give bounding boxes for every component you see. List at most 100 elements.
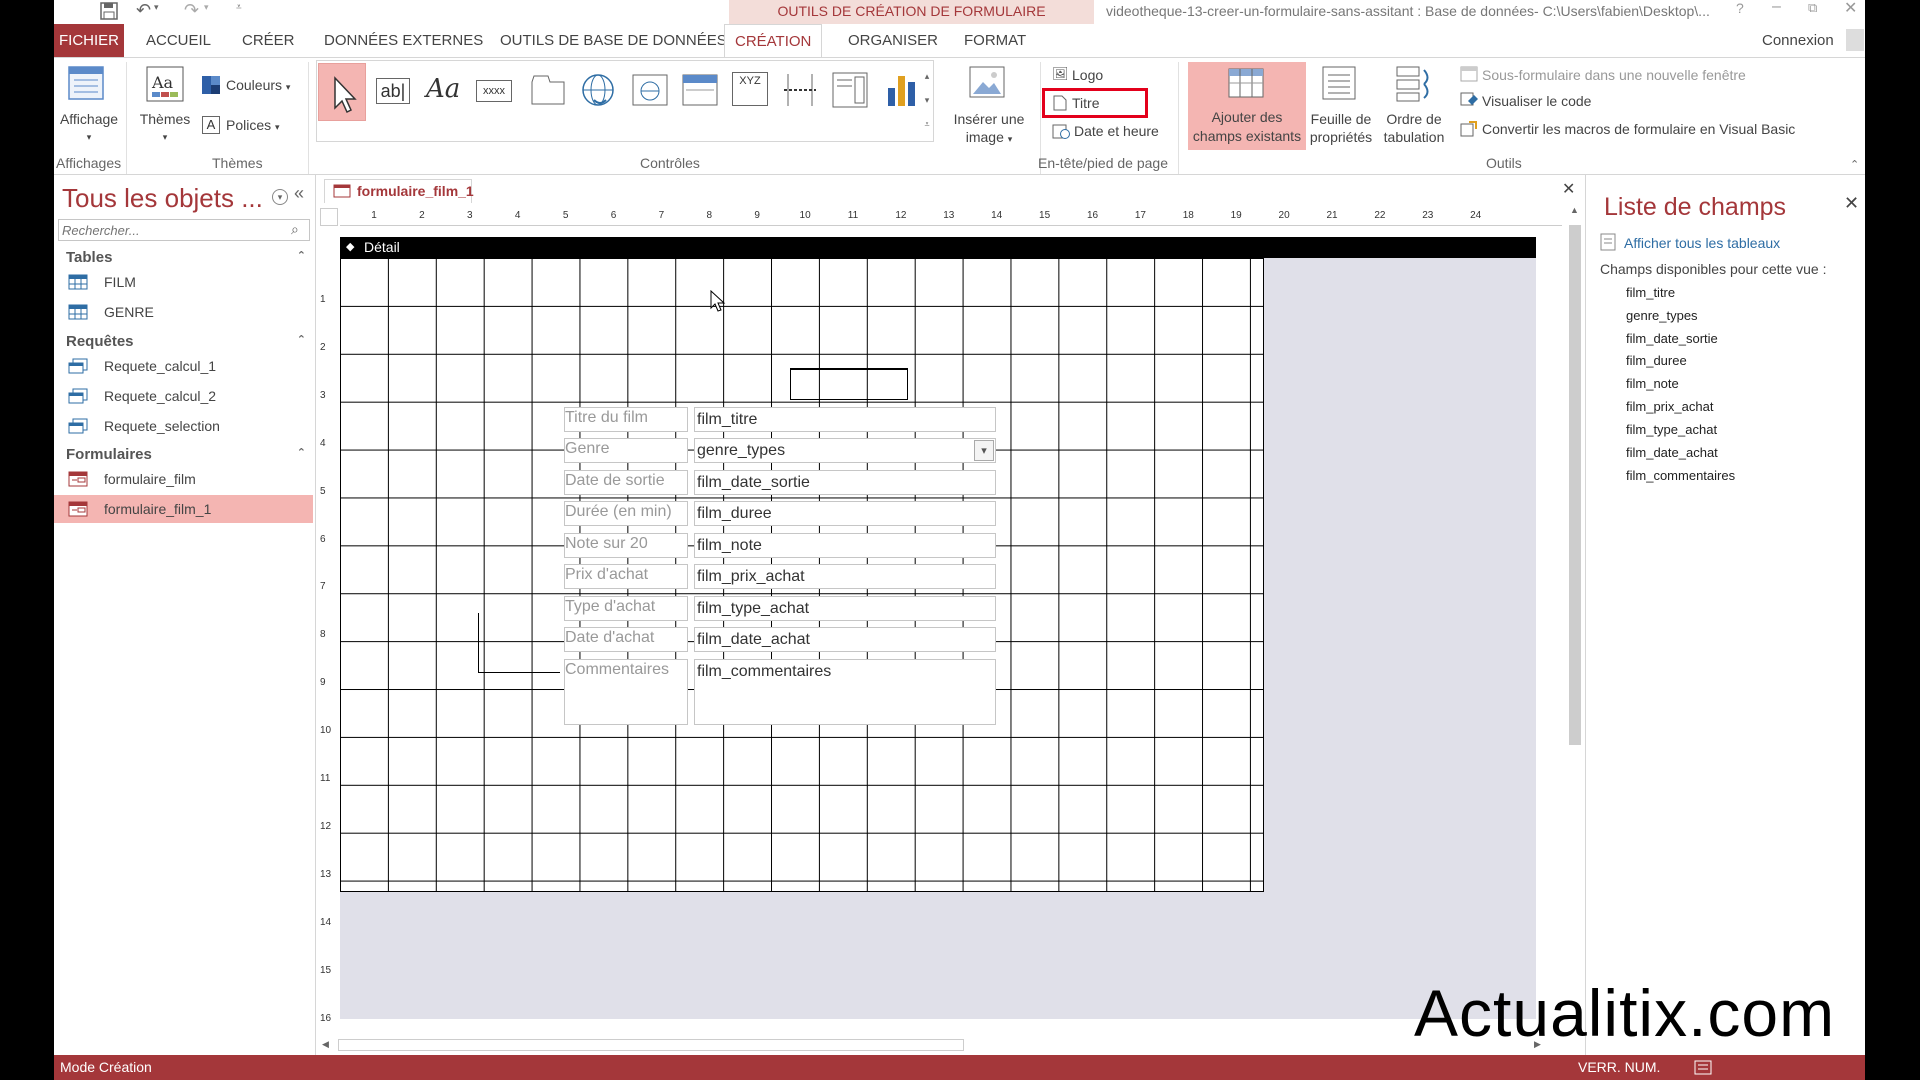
- tab-home[interactable]: ACCUEIL: [136, 24, 221, 58]
- user-avatar[interactable]: [1846, 29, 1864, 51]
- show-all-tables-link[interactable]: Afficher tous les tableaux: [1624, 235, 1780, 251]
- nav-item-film[interactable]: FILM: [54, 268, 313, 296]
- undo-dropdown-icon[interactable]: ▾: [154, 2, 159, 13]
- tab-database-tools[interactable]: OUTILS DE BASE DE DONNÉES: [490, 24, 737, 58]
- tab-file[interactable]: FICHIER: [54, 24, 124, 58]
- nav-menu-dropdown-icon[interactable]: ▾: [272, 189, 288, 205]
- themes-dropdown-icon[interactable]: ▾: [138, 128, 192, 146]
- field-list-item[interactable]: film_note: [1626, 376, 1679, 391]
- view-button[interactable]: Affichage: [58, 110, 120, 128]
- form-field-duree[interactable]: film_duree: [694, 501, 996, 526]
- nav-item-genre[interactable]: GENRE: [54, 298, 313, 326]
- form-field-commentaires[interactable]: film_commentaires: [694, 659, 996, 725]
- close-window-icon[interactable]: ✕: [1844, 0, 1857, 18]
- select-pointer-icon[interactable]: [318, 63, 366, 121]
- tab-design[interactable]: CRÉATION: [724, 24, 823, 58]
- nav-item-requete-selection[interactable]: Requete_selection: [54, 412, 313, 440]
- nav-item-requete-calcul-1[interactable]: Requete_calcul_1: [54, 352, 313, 380]
- nav-category-tables[interactable]: Tables ⌃: [66, 249, 306, 266]
- chart-control-icon[interactable]: [886, 72, 920, 108]
- form-field-titre[interactable]: film_titre: [694, 407, 996, 432]
- vertical-scroll-thumb[interactable]: [1569, 225, 1581, 745]
- close-field-list-icon[interactable]: ✕: [1844, 193, 1859, 214]
- add-existing-fields-button[interactable]: Ajouter des champs existants: [1188, 62, 1306, 150]
- minimize-icon[interactable]: –: [1772, 0, 1781, 16]
- convert-macros-button[interactable]: Convertir les macros de formulaire en Vi…: [1482, 118, 1795, 140]
- design-grid[interactable]: Titre du film film_titre Genre genre_typ…: [340, 258, 1264, 892]
- field-list-item[interactable]: film_date_sortie: [1626, 331, 1718, 346]
- date-time-button[interactable]: Date et heure: [1074, 120, 1159, 142]
- form-label-note[interactable]: Note sur 20: [564, 533, 688, 558]
- new-control-outline[interactable]: [790, 368, 908, 400]
- view-dropdown-icon[interactable]: ▾: [58, 128, 120, 146]
- collapse-category-icon[interactable]: ⌃: [297, 333, 306, 346]
- subform-new-window-button[interactable]: Sous-formulaire dans une nouvelle fenêtr…: [1482, 64, 1746, 86]
- form-field-genre[interactable]: genre_types ▾: [694, 438, 996, 463]
- field-list-item[interactable]: film_duree: [1626, 353, 1687, 368]
- nav-pane-title[interactable]: Tous les objets ...: [62, 183, 263, 214]
- field-list-item[interactable]: film_commentaires: [1626, 468, 1735, 483]
- redo-dropdown-icon[interactable]: ▾: [204, 2, 209, 13]
- scroll-up-icon[interactable]: ▲: [1570, 205, 1579, 215]
- close-document-icon[interactable]: ✕: [1562, 179, 1575, 199]
- help-icon[interactable]: ?: [1736, 0, 1744, 16]
- property-sheet-button[interactable]: Feuille de propriétés: [1306, 110, 1376, 146]
- controls-gallery-scroll[interactable]: ▴ ▾ ⩡: [920, 64, 934, 140]
- nav-item-formulaire-film-1[interactable]: formulaire_film_1: [54, 495, 313, 523]
- sign-in-link[interactable]: Connexion: [1752, 24, 1844, 58]
- design-canvas[interactable]: Titre du film film_titre Genre genre_typ…: [340, 258, 1536, 1019]
- search-icon[interactable]: ⌕: [291, 221, 299, 238]
- scroll-left-icon[interactable]: ◀: [322, 1039, 329, 1050]
- vertical-scrollbar[interactable]: ▲: [1568, 205, 1582, 1025]
- combo-dropdown-icon[interactable]: ▾: [974, 440, 994, 461]
- design-view-icon[interactable]: [1694, 1060, 1712, 1075]
- nav-item-requete-calcul-2[interactable]: Requete_calcul_2: [54, 382, 313, 410]
- tab-arrange[interactable]: ORGANISER: [838, 24, 948, 58]
- tab-format[interactable]: FORMAT: [954, 24, 1036, 58]
- view-icon[interactable]: [68, 66, 104, 100]
- button-control-icon[interactable]: xxxx: [476, 80, 512, 102]
- horizontal-scroll-thumb[interactable]: [338, 1039, 964, 1051]
- collapse-ribbon-icon[interactable]: ⌃: [1850, 158, 1859, 171]
- nav-category-forms[interactable]: Formulaires ⌃: [66, 446, 306, 463]
- hyperlink-control-icon[interactable]: [580, 72, 618, 110]
- tab-external-data[interactable]: DONNÉES EXTERNES: [314, 24, 493, 58]
- restore-icon[interactable]: ⧉: [1808, 0, 1817, 16]
- page-break-control-icon[interactable]: [782, 72, 818, 108]
- field-list-item[interactable]: film_date_achat: [1626, 445, 1718, 460]
- form-field-prix-achat[interactable]: film_prix_achat: [694, 564, 996, 589]
- colors-button[interactable]: Couleurs ▾: [226, 74, 290, 96]
- redo-icon[interactable]: ↷: [184, 0, 199, 21]
- form-label-date-achat[interactable]: Date d'achat: [564, 627, 688, 652]
- form-label-genre[interactable]: Genre: [564, 438, 688, 463]
- nav-search-box[interactable]: ⌕: [58, 219, 310, 241]
- label-control-icon[interactable]: Aa: [426, 74, 460, 104]
- collapse-category-icon[interactable]: ⌃: [297, 446, 306, 459]
- title-button[interactable]: Titre: [1072, 92, 1099, 114]
- form-field-date-achat[interactable]: film_date_achat: [694, 627, 996, 652]
- document-tab[interactable]: formulaire_film_1: [324, 179, 474, 203]
- tab-order-button[interactable]: Ordre de tabulation: [1378, 110, 1450, 146]
- form-label-prix-achat[interactable]: Prix d'achat: [564, 564, 688, 589]
- web-browser-control-icon[interactable]: [632, 74, 668, 106]
- detail-section-bar[interactable]: ◆ Détail: [340, 237, 1536, 258]
- shutter-bar-close-icon[interactable]: «: [294, 183, 304, 204]
- fonts-button[interactable]: Polices ▾: [226, 114, 280, 136]
- logo-button[interactable]: Logo: [1072, 64, 1103, 86]
- customize-qat-icon[interactable]: ⩡: [236, 2, 242, 13]
- navigation-control-icon[interactable]: [682, 74, 718, 106]
- textbox-control-icon[interactable]: ab|: [376, 78, 410, 104]
- collapse-category-icon[interactable]: ⌃: [297, 249, 306, 262]
- field-list-item[interactable]: film_prix_achat: [1626, 399, 1713, 414]
- form-label-commentaires[interactable]: Commentaires: [564, 659, 688, 725]
- form-field-type-achat[interactable]: film_type_achat: [694, 596, 996, 621]
- field-list-item[interactable]: film_titre: [1626, 285, 1675, 300]
- form-label-titre[interactable]: Titre du film: [564, 407, 688, 432]
- tab-create[interactable]: CRÉER: [232, 24, 305, 58]
- nav-category-queries[interactable]: Requêtes ⌃: [66, 333, 306, 350]
- save-icon[interactable]: [100, 2, 118, 20]
- nav-item-formulaire-film[interactable]: formulaire_film: [54, 465, 313, 493]
- horizontal-scrollbar[interactable]: ◀ ▶: [322, 1037, 1546, 1053]
- option-group-control-icon[interactable]: XYZ: [732, 72, 768, 106]
- nav-search-input[interactable]: [59, 220, 279, 240]
